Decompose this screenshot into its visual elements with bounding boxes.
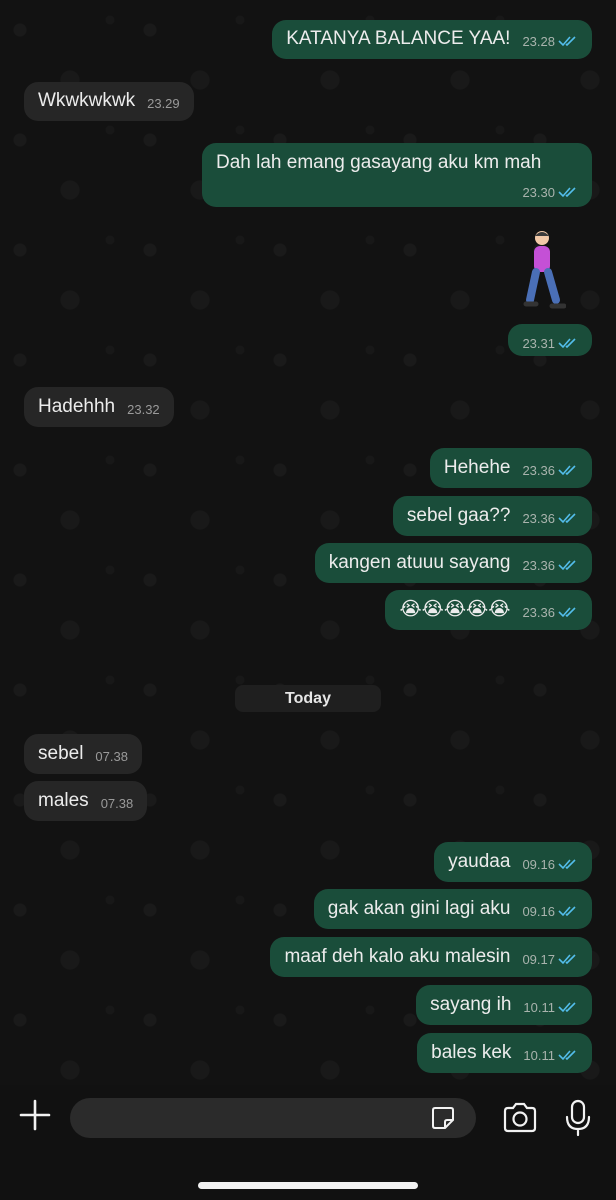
message-text: yaudaa (448, 851, 511, 872)
message-bubble[interactable]: KATANYA BALANCE YAA! 23.28 (272, 20, 592, 59)
message-text: Hadehhh (38, 396, 116, 417)
message-bubble[interactable]: 😭😭😭😭😭 23.36 (385, 590, 592, 630)
message-bubble[interactable]: bales kek 10.11 (417, 1033, 592, 1073)
message-time: 23.36 (522, 605, 555, 621)
message-bubble[interactable]: sebel gaa?? 23.36 (392, 496, 592, 536)
message-time: 23.31 (522, 336, 555, 351)
read-ticks-icon (558, 1050, 576, 1061)
read-ticks-icon (558, 465, 576, 476)
read-ticks-icon (558, 906, 576, 917)
message-time: 23.36 (522, 511, 555, 527)
message-text: Hehehe (443, 457, 511, 478)
home-indicator[interactable] (198, 1182, 418, 1189)
message-text: sayang ih (430, 994, 512, 1015)
message-text: gak akan gini lagi aku (327, 898, 511, 919)
message-text: KATANYA BALANCE YAA! (286, 28, 511, 49)
message-text: 😭😭😭😭😭 (399, 599, 511, 620)
message-bubble[interactable]: yaudaa 09.16 (434, 842, 592, 882)
message-bubble[interactable]: 23.31 (508, 324, 592, 356)
message-time: 07.38 (100, 796, 134, 812)
message-bubble[interactable]: kangen atuuu sayang 23.36 (314, 543, 592, 583)
person-walking-emoji (523, 231, 566, 309)
message-text: males (38, 790, 89, 811)
chat-area: KATANYA BALANCE YAA! 23.28 Wkwkwkwk 23.29 … (0, 0, 616, 1085)
message-bubble[interactable]: Hadehhh 23.32 (24, 387, 174, 427)
message-time: 09.16 (522, 904, 555, 920)
read-ticks-icon (558, 36, 576, 47)
message-text: bales kek (431, 1042, 512, 1063)
read-ticks-icon (558, 1002, 576, 1013)
read-ticks-icon (558, 338, 576, 349)
message-time: 07.38 (95, 749, 128, 765)
message-time: 09.17 (522, 952, 555, 968)
message-time: 23.36 (522, 463, 555, 479)
read-ticks-icon (558, 187, 576, 198)
message-time: 23.29 (147, 96, 180, 112)
message-text: maaf deh kalo aku malesin (284, 946, 511, 967)
plus-icon[interactable] (18, 1098, 52, 1132)
message-input[interactable] (70, 1098, 476, 1138)
message-time: 23.32 (127, 402, 160, 418)
message-time: 09.16 (522, 857, 555, 873)
microphone-icon[interactable] (565, 1099, 591, 1137)
message-time: 10.11 (523, 1000, 555, 1016)
message-time: 23.28 (522, 34, 555, 50)
message-bubble[interactable]: males 07.38 (24, 781, 148, 821)
message-text: Dah lah emang gasayang aku km mah (216, 152, 542, 173)
message-bubble[interactable]: Dah lah emang gasayang aku km mah 23.30 (202, 143, 592, 207)
message-text: kangen atuuu sayang (328, 552, 511, 573)
read-ticks-icon (558, 513, 576, 524)
message-bubble[interactable]: Wkwkwkwk 23.29 (24, 82, 194, 121)
message-bubble[interactable]: gak akan gini lagi aku 09.16 (313, 889, 592, 929)
message-bubble[interactable]: sebel 07.38 (24, 734, 142, 774)
message-text: Wkwkwkwk (38, 90, 136, 111)
message-text: sebel (38, 743, 84, 764)
message-bubble[interactable]: Hehehe 23.36 (429, 448, 592, 488)
message-bubble[interactable]: sayang ih 10.11 (416, 985, 592, 1025)
read-ticks-icon (558, 859, 576, 870)
sticker-icon[interactable] (430, 1105, 456, 1131)
message-time: 10.11 (523, 1048, 555, 1064)
read-ticks-icon (558, 954, 576, 965)
camera-icon[interactable] (502, 1101, 538, 1135)
date-separator: Today (235, 685, 381, 712)
read-ticks-icon (558, 607, 576, 618)
message-bubble[interactable]: maaf deh kalo aku malesin 09.17 (270, 937, 592, 977)
message-time: 23.30 (522, 185, 555, 201)
message-text: sebel gaa?? (406, 505, 511, 526)
message-time: 23.36 (522, 558, 555, 574)
read-ticks-icon (558, 560, 576, 571)
